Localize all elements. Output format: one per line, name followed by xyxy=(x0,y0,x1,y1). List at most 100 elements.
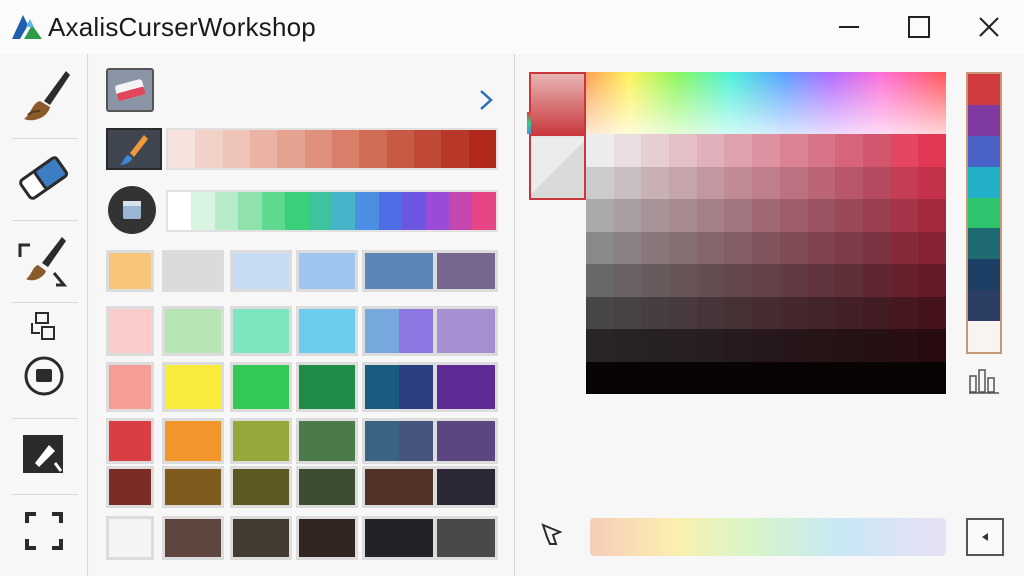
color-field-cell[interactable] xyxy=(696,361,725,394)
strip-color[interactable] xyxy=(968,321,1000,353)
color-field-cell[interactable] xyxy=(696,134,725,167)
color-field-cell[interactable] xyxy=(586,231,614,264)
color-field-cell[interactable] xyxy=(586,166,614,199)
color-field-cell[interactable] xyxy=(918,329,946,362)
color-field-cell[interactable] xyxy=(613,231,642,264)
color-field-cell[interactable] xyxy=(862,296,891,329)
color-field-cell[interactable] xyxy=(862,231,891,264)
color-field-cell[interactable] xyxy=(724,134,753,167)
color-field[interactable] xyxy=(586,72,946,394)
spectrum-fill-button[interactable] xyxy=(108,186,156,234)
color-field-cell[interactable] xyxy=(890,231,919,264)
color-field-cell[interactable] xyxy=(669,134,697,167)
color-field-cell[interactable] xyxy=(586,134,614,167)
recolor-tool[interactable] xyxy=(12,230,76,294)
color-field-cell[interactable] xyxy=(696,264,725,297)
color-field-cell[interactable] xyxy=(641,134,670,167)
gradient-step[interactable] xyxy=(261,192,286,230)
color-field-cell[interactable] xyxy=(641,231,670,264)
color-field-cell[interactable] xyxy=(752,264,780,297)
color-swatch[interactable] xyxy=(230,362,292,412)
color-swatch[interactable] xyxy=(296,362,358,412)
color-field-cell[interactable] xyxy=(696,166,725,199)
color-swatch[interactable] xyxy=(162,466,224,508)
color-field-cell[interactable] xyxy=(613,166,642,199)
gradient-step[interactable] xyxy=(331,192,356,230)
color-swatch[interactable] xyxy=(106,516,154,560)
color-swatch[interactable] xyxy=(434,516,498,560)
color-field-cell[interactable] xyxy=(641,361,670,394)
color-swatch[interactable] xyxy=(106,466,154,508)
color-field-cell[interactable] xyxy=(779,166,808,199)
color-field-cell[interactable] xyxy=(752,199,780,232)
gradient-step[interactable] xyxy=(386,130,414,168)
gradient-step[interactable] xyxy=(249,130,278,168)
color-picker-tool[interactable] xyxy=(12,428,76,480)
color-swatch[interactable] xyxy=(230,250,292,292)
color-swatch[interactable] xyxy=(230,306,292,356)
color-field-cell[interactable] xyxy=(779,329,808,362)
color-swatch[interactable] xyxy=(162,250,224,292)
eraser-tool[interactable] xyxy=(12,146,76,210)
tint-brush-button[interactable] xyxy=(106,128,162,170)
spectrum-gradient-bar[interactable] xyxy=(166,190,498,232)
color-field-cell[interactable] xyxy=(835,231,863,264)
color-field-cell[interactable] xyxy=(724,329,753,362)
gradient-step[interactable] xyxy=(472,192,496,230)
color-swatch[interactable] xyxy=(434,306,498,356)
color-field-cell[interactable] xyxy=(613,361,642,394)
eyedropper-cursor-icon[interactable] xyxy=(540,522,566,548)
color-field-cell[interactable] xyxy=(779,199,808,232)
gradient-step[interactable] xyxy=(222,130,250,168)
gradient-step[interactable] xyxy=(195,130,223,168)
color-field-cell[interactable] xyxy=(752,134,780,167)
gradient-step[interactable] xyxy=(359,130,387,168)
color-field-cell[interactable] xyxy=(641,199,670,232)
color-field-cell[interactable] xyxy=(613,329,642,362)
strip-color[interactable] xyxy=(968,228,1000,260)
color-field-cell[interactable] xyxy=(807,199,836,232)
color-swatch[interactable] xyxy=(162,418,224,464)
color-field-cell[interactable] xyxy=(835,134,863,167)
color-swatch[interactable] xyxy=(230,516,292,560)
color-field-cell[interactable] xyxy=(862,329,891,362)
gradient-step[interactable] xyxy=(238,192,262,230)
gradient-step[interactable] xyxy=(191,192,215,230)
color-field-cell[interactable] xyxy=(641,264,670,297)
replace-color-tool[interactable] xyxy=(12,308,76,344)
color-field-cell[interactable] xyxy=(835,264,863,297)
color-swatch[interactable] xyxy=(162,516,224,560)
color-swatch[interactable] xyxy=(230,466,292,508)
color-field-cell[interactable] xyxy=(890,361,919,394)
strip-color[interactable] xyxy=(968,259,1000,291)
strip-color[interactable] xyxy=(968,135,1000,167)
fill-mode-tool[interactable] xyxy=(12,354,76,398)
color-field-cell[interactable] xyxy=(696,199,725,232)
color-field-cell[interactable] xyxy=(918,166,946,199)
color-swatch[interactable] xyxy=(362,306,436,356)
gradient-step[interactable] xyxy=(277,130,305,168)
color-field-cell[interactable] xyxy=(862,134,891,167)
color-swatch[interactable] xyxy=(362,250,436,292)
gradient-step[interactable] xyxy=(168,192,192,230)
color-swatch[interactable] xyxy=(362,362,436,412)
gradient-step[interactable] xyxy=(413,130,442,168)
color-field-cell[interactable] xyxy=(835,329,863,362)
color-field-cell[interactable] xyxy=(752,329,780,362)
color-field-cell[interactable] xyxy=(752,231,780,264)
color-swatch[interactable] xyxy=(296,306,358,356)
color-field-cell[interactable] xyxy=(724,361,753,394)
color-field-cell[interactable] xyxy=(752,296,780,329)
color-field-cell[interactable] xyxy=(918,134,946,167)
color-field-cell[interactable] xyxy=(724,166,753,199)
color-swatch-half[interactable] xyxy=(365,309,399,353)
color-field-cell[interactable] xyxy=(918,361,946,394)
color-field-cell[interactable] xyxy=(835,166,863,199)
color-field-cell[interactable] xyxy=(613,134,642,167)
selection-tool[interactable] xyxy=(12,506,76,556)
color-swatch-half[interactable] xyxy=(399,309,433,353)
color-field-cell[interactable] xyxy=(779,134,808,167)
gradient-step[interactable] xyxy=(331,130,360,168)
color-field-cell[interactable] xyxy=(835,361,863,394)
recent-colors-strip[interactable] xyxy=(966,72,1002,354)
